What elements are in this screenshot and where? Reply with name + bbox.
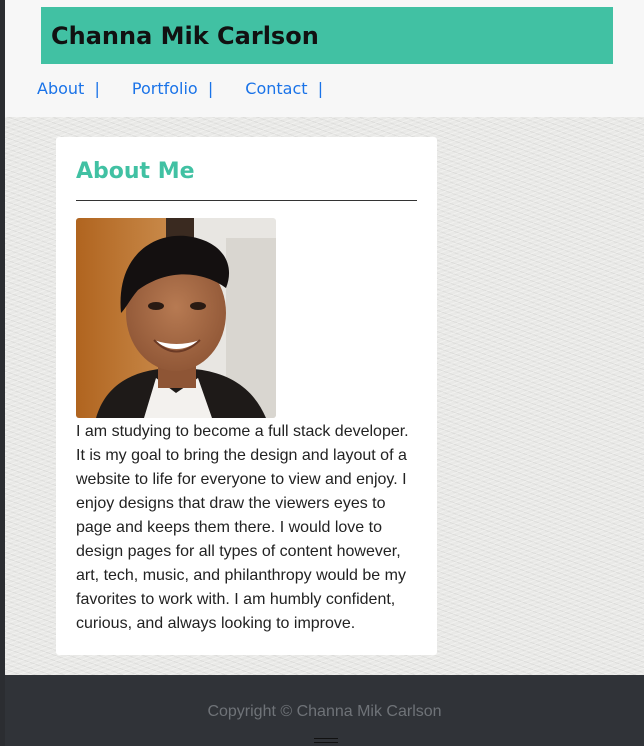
about-heading: About Me [76, 159, 195, 184]
title-banner: Channa Mik Carlson [41, 7, 613, 64]
main-nav: About | Portfolio | Contact | [37, 76, 323, 100]
resize-handle[interactable] [314, 738, 338, 743]
content-area: About Me I am studying to become a full … [5, 117, 644, 675]
nav-link-contact[interactable]: Contact | [245, 79, 323, 98]
profile-photo [76, 218, 276, 418]
nav-link-portfolio[interactable]: Portfolio | [132, 79, 213, 98]
site-footer: Copyright © Channa Mik Carlson [5, 675, 644, 746]
nav-link-about[interactable]: About | [37, 79, 100, 98]
site-title: Channa Mik Carlson [51, 21, 319, 50]
about-description: I am studying to become a full stack dev… [76, 423, 409, 632]
copyright-text: Copyright © Channa Mik Carlson [207, 703, 442, 720]
heading-divider [76, 200, 417, 201]
site-header: Channa Mik Carlson About | Portfolio | C… [5, 0, 644, 117]
about-card: About Me I am studying to become a full … [56, 137, 437, 655]
